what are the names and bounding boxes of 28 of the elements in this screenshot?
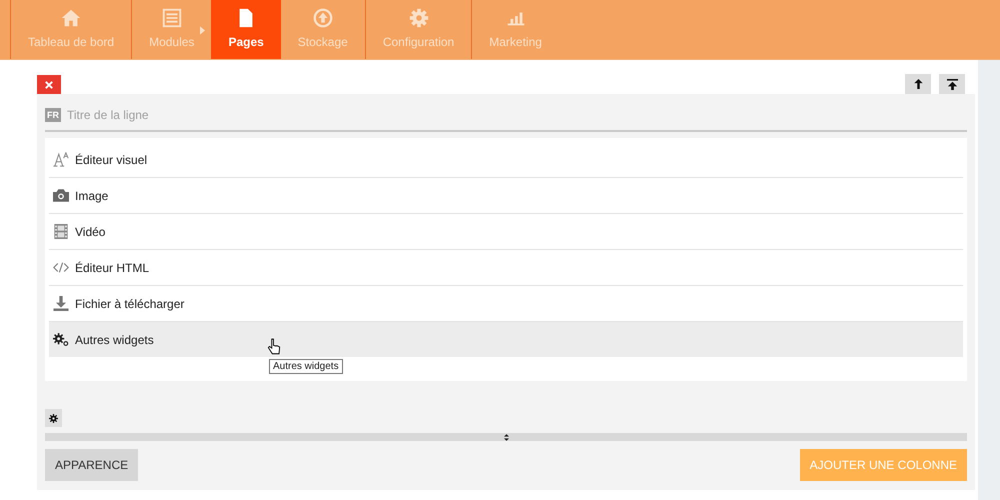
settings-button[interactable] xyxy=(45,409,62,427)
list-icon xyxy=(160,7,183,29)
upload-icon xyxy=(312,7,334,29)
code-icon xyxy=(53,260,69,275)
gear-icon xyxy=(49,414,58,422)
widget-item[interactable]: Éditeur visuel xyxy=(49,142,963,178)
font-size-icon xyxy=(53,152,69,167)
close-icon xyxy=(45,80,53,88)
move-up-button[interactable] xyxy=(905,74,931,94)
close-button[interactable] xyxy=(37,75,61,94)
download-icon xyxy=(53,296,69,311)
resize-arrows-icon xyxy=(504,434,508,440)
widget-item[interactable]: Image xyxy=(49,178,963,214)
hand-cursor-icon xyxy=(267,338,281,356)
widget-item[interactable]: Éditeur HTML xyxy=(49,250,963,286)
film-icon xyxy=(53,224,69,239)
arrow-to-top-icon xyxy=(946,78,958,90)
gear-icon xyxy=(408,7,430,29)
gears-icon xyxy=(53,332,69,347)
arrow-up-icon xyxy=(914,79,922,89)
camera-icon xyxy=(53,188,69,203)
title-field[interactable]: Titre de la ligne xyxy=(67,108,967,122)
widget-item[interactable]: Vidéo xyxy=(49,214,963,250)
tooltip: Autres widgets xyxy=(269,359,343,374)
move-top-button[interactable] xyxy=(939,74,965,94)
house-icon xyxy=(60,7,82,29)
language-badge: FR xyxy=(45,108,61,122)
appearance-button[interactable]: APPARENCE xyxy=(45,449,138,481)
